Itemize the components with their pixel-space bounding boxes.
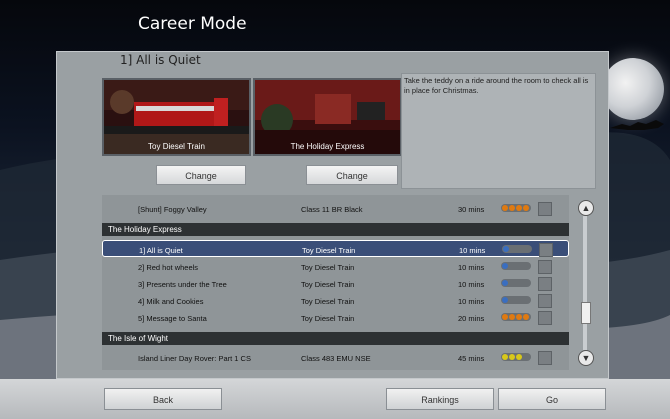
rating-dot [516,314,522,320]
rating-indicator [501,262,531,270]
scrollbar-thumb[interactable] [581,302,591,324]
list-item[interactable]: 3] Presents under the Tree Toy Diesel Tra… [102,275,569,292]
rating-dot [502,297,508,303]
rating-dot [523,205,529,211]
list-item[interactable]: 2] Red hot wheels Toy Diesel Train 10 mins [102,258,569,275]
scenario-name: 1] All is Quiet [139,246,183,255]
list-item[interactable]: 1] All is Quiet Toy Diesel Train 10 mins [102,240,569,257]
list-item[interactable]: 4] Milk and Cookies Toy Diesel Train 10 mi… [102,292,569,309]
moon-image [602,58,664,120]
scenario-name: 2] Red hot wheels [138,263,199,272]
list-item[interactable]: [Shunt] Foggy Valley Class 11 BR Black 30 … [102,200,569,217]
rating-indicator [501,313,531,321]
group-header-label: The Isle of Wight [108,334,169,343]
train-name: Class 483 EMU NSE [301,354,371,363]
rating-dot [523,314,529,320]
scenario-name: 5] Message to Santa [138,314,207,323]
rating-dot [509,314,515,320]
scenario-title: 1] All is Quiet [120,53,201,67]
change-train-button[interactable]: Change [156,165,246,185]
group-header-label: The Holiday Express [108,225,182,234]
duration: 10 mins [458,263,485,272]
scenario-description: Take the teddy on a ride around the room… [401,73,596,189]
scroll-down-icon[interactable]: ▼ [578,350,594,366]
rating-dot [509,205,515,211]
rating-dot [516,205,522,211]
list-group-header: The Holiday Express [102,223,569,236]
train-name: Toy Diesel Train [301,314,355,323]
rating-dot [509,354,515,360]
duration: 10 mins [458,280,485,289]
completion-box [538,260,552,274]
scenario-list: [Shunt] Foggy Valley Class 11 BR Black 30 … [102,195,569,370]
page-title: Career Mode [138,14,247,34]
rating-dot [502,354,508,360]
rating-dot [502,263,508,269]
rating-dot [503,246,509,252]
rating-indicator [502,245,532,253]
go-button[interactable]: Go [498,388,606,410]
train-thumbnail: Toy Diesel Train [102,78,251,156]
change-route-button[interactable]: Change [306,165,398,185]
scenario-name: [Shunt] Foggy Valley [138,205,207,214]
completion-box [538,202,552,216]
rating-dot [502,205,508,211]
thumbnail-caption: Toy Diesel Train [148,142,205,151]
duration: 10 mins [458,297,485,306]
route-thumbnail: The Holiday Express [253,78,402,156]
rating-dot [516,354,522,360]
list-group-header: The Isle of Wight [102,332,569,345]
thumbnail-caption: The Holiday Express [290,142,365,151]
duration: 20 mins [458,314,485,323]
back-button[interactable]: Back [104,388,222,410]
rating-indicator [501,296,531,304]
completion-box [538,277,552,291]
duration: 10 mins [459,246,486,255]
rankings-button[interactable]: Rankings [386,388,494,410]
list-item[interactable]: Island Liner Day Rover: Part 1 CS Class 4… [102,349,569,366]
scroll-up-icon[interactable]: ▲ [578,200,594,216]
list-scrollbar[interactable]: ▲ ▼ [578,200,594,366]
train-name: Toy Diesel Train [301,280,355,289]
list-item[interactable]: 5] Message to Santa Toy Diesel Train 20 mi… [102,309,569,326]
scrollbar-track[interactable] [583,216,587,350]
rating-dot [502,280,508,286]
completion-box [538,351,552,365]
train-name: Toy Diesel Train [302,246,356,255]
duration: 45 mins [458,354,485,363]
train-name: Class 11 BR Black [301,205,363,214]
santa-sleigh-silhouette [610,120,664,130]
scenario-name: 3] Presents under the Tree [138,280,227,289]
train-name: Toy Diesel Train [301,263,355,272]
scenario-name: 4] Milk and Cookies [138,297,204,306]
rating-indicator [501,279,531,287]
rating-dot [502,314,508,320]
rating-indicator [501,204,531,212]
train-name: Toy Diesel Train [301,297,355,306]
rating-indicator [501,353,531,361]
duration: 30 mins [458,205,485,214]
completion-box [538,294,552,308]
scenario-name: Island Liner Day Rover: Part 1 CS [138,354,251,363]
completion-box [538,311,552,325]
completion-box [539,243,553,257]
